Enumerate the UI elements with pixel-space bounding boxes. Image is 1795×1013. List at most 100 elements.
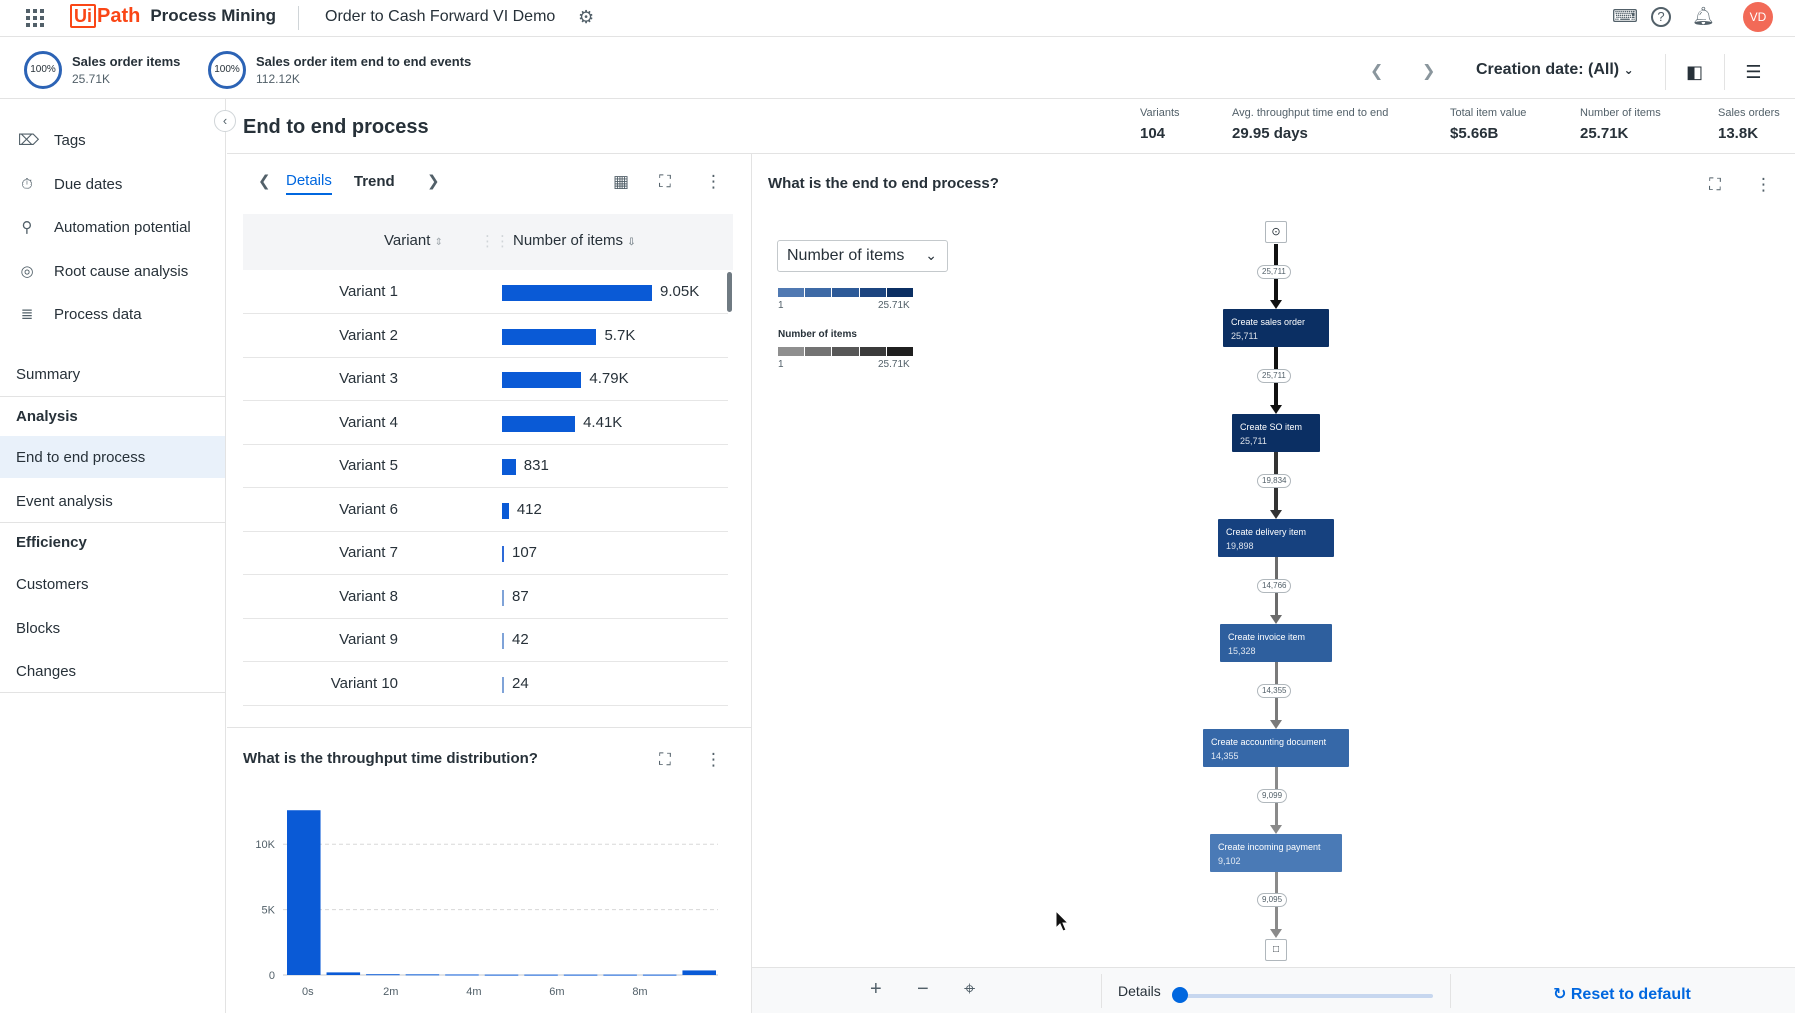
chevron-left-icon[interactable]: ❮ xyxy=(1370,61,1383,81)
column-header-variant[interactable]: Variant ⇕ xyxy=(384,232,443,249)
kpi-ring-end-to-end-events: 100% xyxy=(208,51,246,89)
details-slider-track[interactable] xyxy=(1177,994,1433,998)
sidebar-link-blocks[interactable]: Blocks xyxy=(0,607,225,649)
column-header-number-of-items[interactable]: Number of items ⇩ xyxy=(513,232,636,249)
table-row[interactable]: Variant 5 831 xyxy=(243,445,728,488)
variant-name: Variant 4 xyxy=(339,413,398,431)
user-avatar[interactable]: VD xyxy=(1743,2,1773,32)
table-row[interactable]: Variant 1 9.05K xyxy=(243,271,728,314)
metric-dropdown[interactable]: Number of items ⌄ xyxy=(777,240,948,272)
collapse-sidebar-icon[interactable]: ‹ xyxy=(214,110,236,132)
edge-count-label: 9,099 xyxy=(1257,788,1288,803)
histogram-bar[interactable] xyxy=(642,974,677,976)
table-row[interactable]: Variant 8 87 xyxy=(243,576,728,619)
uipath-logo[interactable]: Ui Path Process Mining xyxy=(70,3,276,29)
details-slider-handle[interactable] xyxy=(1172,987,1188,1003)
variant-name: Variant 9 xyxy=(339,631,398,648)
zoom-in-icon[interactable]: + xyxy=(870,978,882,1001)
tab-trend[interactable]: Trend xyxy=(354,173,395,194)
divider xyxy=(0,396,225,397)
zoom-out-icon[interactable]: − xyxy=(917,978,929,1001)
help-icon[interactable]: ? xyxy=(1651,7,1671,27)
table-row[interactable]: Variant 6 412 xyxy=(243,489,728,532)
recenter-icon[interactable]: ⌖ xyxy=(964,978,975,1001)
process-node[interactable]: Create incoming payment 9,102 xyxy=(1210,834,1342,872)
histogram-bar[interactable] xyxy=(484,974,519,976)
variant-value: 4.79K xyxy=(589,370,629,387)
more-options-icon[interactable]: ⋮ xyxy=(705,172,722,192)
node-color-legend xyxy=(778,288,914,297)
page-title: End to end process xyxy=(243,116,429,138)
sidebar-item-process-data[interactable]: ≣ Process data xyxy=(0,292,225,336)
divider xyxy=(0,522,225,523)
filter-icon[interactable]: ☰ xyxy=(1724,54,1782,90)
histogram-bar[interactable] xyxy=(366,974,400,976)
process-node[interactable]: Create sales order 25,711 xyxy=(1223,309,1329,347)
table-row[interactable]: Variant 7 107 xyxy=(243,532,728,575)
variant-value: 107 xyxy=(512,544,538,561)
process-node[interactable]: Create delivery item 19,898 xyxy=(1218,519,1334,557)
sidebar-item-tags[interactable]: ⌦ Tags xyxy=(0,118,225,162)
expand-icon[interactable]: ⛶ xyxy=(1709,175,1721,195)
sidebar-link-changes[interactable]: Changes xyxy=(0,650,225,692)
more-options-icon[interactable]: ⋮ xyxy=(1755,175,1772,195)
expand-icon[interactable]: ⛶ xyxy=(659,750,671,770)
column-label: Number of items xyxy=(513,232,624,249)
end-node-icon[interactable]: □ xyxy=(1265,939,1287,961)
histogram-bar[interactable] xyxy=(326,972,361,975)
sidebar-link-customers[interactable]: Customers xyxy=(0,563,225,605)
variant-bar xyxy=(502,285,652,301)
table-row[interactable]: Variant 9 42 xyxy=(243,619,728,662)
chevron-right-icon[interactable]: ❯ xyxy=(1422,61,1435,81)
list-icon: ≣ xyxy=(20,306,34,323)
table-row[interactable]: Variant 4 4.41K xyxy=(243,402,728,445)
keyboard-icon[interactable]: ⌨ xyxy=(1612,6,1638,27)
histogram-bar[interactable] xyxy=(287,810,321,975)
apps-grid-icon[interactable] xyxy=(26,9,44,27)
chevron-right-icon[interactable]: ❯ xyxy=(427,172,440,190)
process-node[interactable]: Create invoice item 15,328 xyxy=(1220,624,1332,662)
metric-label: Avg. throughput time end to end xyxy=(1232,107,1389,119)
tab-details[interactable]: Details xyxy=(286,172,332,195)
expand-icon[interactable]: ⛶ xyxy=(659,172,671,192)
histogram-bar[interactable] xyxy=(405,974,440,976)
metric-value: 104 xyxy=(1140,125,1166,142)
throughput-histogram: 0 5K 10K 0s 2m 4m 6m 8m xyxy=(255,810,718,998)
sidebar-heading-efficiency: Efficiency xyxy=(16,534,87,551)
sidebar-item-root-cause-analysis[interactable]: ◎ Root cause analysis xyxy=(0,249,225,293)
chevron-left-icon[interactable]: ❮ xyxy=(258,172,271,190)
settings-gear-icon[interactable]: ⚙ xyxy=(578,7,594,28)
edge-count-label: 9,095 xyxy=(1257,893,1288,907)
histogram-bar[interactable] xyxy=(682,970,716,975)
x-tick-label: 2m xyxy=(383,986,398,998)
histogram-bar[interactable] xyxy=(603,974,637,976)
divider xyxy=(227,153,1795,154)
histogram-bar[interactable] xyxy=(563,974,598,976)
notifications-bell-icon[interactable]: 🔔︎ xyxy=(1692,6,1715,27)
column-resize-handle[interactable]: ⋮⋮ xyxy=(480,232,510,250)
sidebar-link-summary[interactable]: Summary xyxy=(0,353,225,395)
start-node-icon[interactable]: ⊙ xyxy=(1265,221,1287,243)
table-view-icon[interactable]: ▦ xyxy=(613,172,629,192)
sidebar-item-automation-potential[interactable]: ⚲ Automation potential xyxy=(0,205,225,249)
table-row[interactable]: Variant 10 24 xyxy=(243,663,728,706)
histogram-bar[interactable] xyxy=(524,974,558,976)
sidebar-link-end-to-end-process[interactable]: End to end process xyxy=(0,436,225,478)
table-row[interactable]: Variant 2 5.7K xyxy=(243,315,728,358)
reset-to-default-button[interactable]: ↻ Reset to default xyxy=(1553,984,1691,1004)
process-node[interactable]: Create accounting document 14,355 xyxy=(1203,729,1349,767)
scrollbar[interactable] xyxy=(727,272,732,312)
table-row[interactable]: Variant 3 4.79K xyxy=(243,358,728,401)
more-options-icon[interactable]: ⋮ xyxy=(705,750,722,770)
top-bar: Ui Path Process Mining Order to Cash For… xyxy=(0,0,1795,37)
variant-value: 412 xyxy=(516,500,542,518)
process-node[interactable]: Create SO item 25,711 xyxy=(1232,414,1320,452)
sidebar-link-event-analysis[interactable]: Event analysis xyxy=(0,480,225,522)
compare-icon[interactable]: ◧ xyxy=(1665,54,1723,90)
sidebar-item-label: Automation potential xyxy=(54,218,191,236)
arrow-head-icon xyxy=(1270,405,1282,414)
histogram-bar[interactable] xyxy=(445,974,479,976)
sidebar-item-due-dates[interactable]: ⏱ Due dates xyxy=(0,162,225,206)
legend-max: 25.71K xyxy=(878,359,910,370)
creation-date-filter[interactable]: Creation date: (All) ⌄ xyxy=(1476,61,1634,79)
